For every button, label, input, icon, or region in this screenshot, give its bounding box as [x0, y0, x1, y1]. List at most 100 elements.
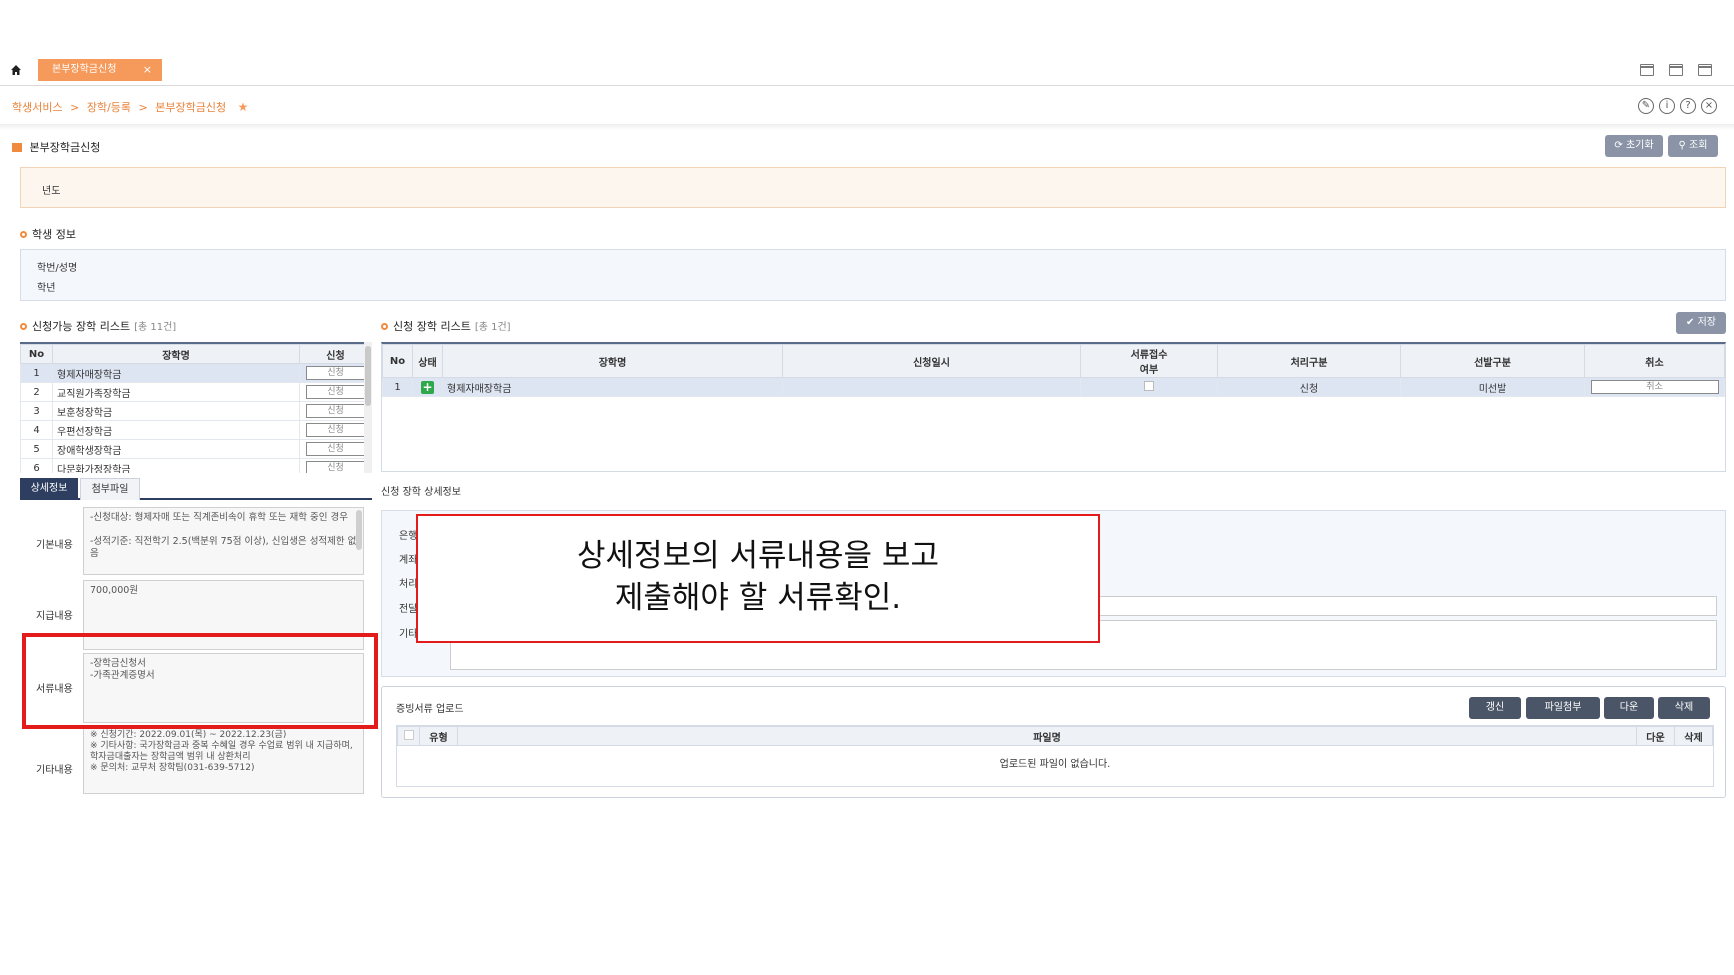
basic-content-scrollbar[interactable] — [356, 510, 362, 550]
other-content-box: ※ 신청기간: 2022.09.01(목) ~ 2022.12.23(금) ※ … — [83, 728, 364, 794]
apply-button[interactable]: 신청 — [305, 423, 366, 437]
download-button[interactable]: 다운 — [1604, 697, 1654, 719]
window-settings-icon[interactable] — [1669, 64, 1683, 76]
col-select-all — [397, 726, 420, 746]
applied-detail-title: 신청 장학 상세정보 — [381, 487, 461, 498]
col-scholarship-name: 장학명 — [442, 344, 783, 378]
applied-scholarship-table: No 상태 장학명 신청일시 서류접수 여부 처리구분 선발구분 취소 1 + … — [381, 342, 1726, 472]
scrollbar-thumb[interactable] — [365, 346, 371, 406]
row-no: 4 — [20, 420, 53, 440]
row-no: 1 — [382, 377, 413, 397]
row-scholarship-name: 장애학생장학금 — [52, 439, 300, 459]
col-cancel: 취소 — [1584, 344, 1725, 378]
edit-icon[interactable]: ✎ — [1638, 98, 1654, 114]
apply-button[interactable]: 신청 — [305, 442, 366, 456]
reset-button-label: 초기화 — [1625, 140, 1654, 151]
apply-button[interactable]: 신청 — [305, 461, 366, 473]
cancel-button[interactable]: 취소 — [1590, 380, 1719, 394]
account-label: 계좌 — [399, 555, 418, 566]
document-content-highlight — [22, 633, 378, 729]
tab-attachment[interactable]: 첨부파일 — [80, 478, 140, 500]
refresh-button[interactable]: 갱신 — [1469, 697, 1521, 719]
row-scholarship-name: 다문화가정장학금 — [52, 458, 300, 473]
breadcrumb-item[interactable]: 본부장학금신청 — [155, 101, 226, 114]
table-row[interactable]: 2 교직원가족장학금 신청 — [20, 382, 372, 402]
apply-button[interactable]: 신청 — [305, 385, 366, 399]
tab-bar: 본부장학금신청 × — [0, 56, 1734, 86]
refresh-icon: ⟳ — [1614, 140, 1623, 151]
document-received-checkbox[interactable] — [1144, 380, 1154, 391]
table-row[interactable]: 5 장애학생장학금 신청 — [20, 439, 372, 459]
col-file-name: 파일명 — [457, 726, 1637, 746]
row-no: 5 — [20, 439, 53, 459]
row-document-received — [1080, 377, 1218, 397]
home-icon[interactable] — [10, 64, 24, 78]
available-list-title-text: 신청가능 장학 리스트 — [32, 320, 131, 333]
delete-button[interactable]: 삭제 — [1658, 697, 1710, 719]
breadcrumb: 학생서비스 > 장학/등록 > 본부장학금신청 ★ — [12, 99, 252, 115]
select-all-checkbox[interactable] — [403, 729, 414, 740]
table-row[interactable]: 1 형제자매장학금 신청 — [20, 363, 372, 383]
search-icon: ⚲ — [1678, 140, 1686, 151]
basic-content-box: -신청대상: 형제자매 또는 직계존비속이 휴학 또는 재학 중인 경우 -성적… — [83, 507, 364, 575]
year-label: 년도 — [42, 186, 61, 197]
row-apply-date — [782, 377, 1081, 397]
col-process-type: 처리구분 — [1217, 344, 1401, 378]
instruction-callout: 상세정보의 서류내용을 보고 제출해야 할 서류확인. — [416, 514, 1100, 643]
row-scholarship-name: 교직원가족장학금 — [52, 382, 300, 402]
row-no: 6 — [20, 458, 53, 473]
reset-button[interactable]: ⟳ 초기화 — [1605, 135, 1663, 157]
page-title-text: 본부장학금신청 — [29, 141, 101, 154]
document-upload-panel: 증빙서류 업로드 갱신 파일첨부 다운 삭제 유형 파일명 다운 삭제 업로드된… — [381, 686, 1726, 798]
payment-content-label: 지급내용 — [36, 611, 73, 622]
section-bullet-icon — [20, 323, 27, 330]
available-scholarship-table: No 장학명 신청 1 형제자매장학금 신청 2 교직원가족장학금 신청 3 보… — [20, 342, 372, 473]
col-delete: 삭제 — [1674, 726, 1713, 746]
apply-button[interactable]: 신청 — [305, 404, 366, 418]
table-row[interactable]: 1 + 형제자매장학금 신청 미선발 취소 — [382, 377, 1725, 397]
breadcrumb-separator: > — [138, 101, 148, 114]
row-scholarship-name: 형제자매장학금 — [442, 377, 783, 397]
info-icon[interactable]: i — [1659, 98, 1675, 114]
available-list-count: [총 11건] — [134, 322, 177, 333]
col-no: No — [20, 344, 53, 364]
col-scholarship-name: 장학명 — [52, 344, 300, 364]
breadcrumb-item[interactable]: 학생서비스 — [12, 101, 63, 114]
detail-tab-bar: 상세정보 첨부파일 — [20, 478, 372, 500]
table-row[interactable]: 3 보훈청장학금 신청 — [20, 401, 372, 421]
callout-line-2: 제출해야 할 서류확인. — [614, 580, 902, 616]
available-list-scrollbar[interactable] — [364, 342, 372, 473]
apply-button[interactable]: 신청 — [305, 366, 366, 380]
close-icon[interactable]: × — [1701, 98, 1717, 114]
tab-close-icon[interactable]: × — [143, 59, 152, 81]
window-restore-icon[interactable] — [1640, 64, 1654, 76]
table-row[interactable]: 4 우편선장학금 신청 — [20, 420, 372, 440]
favorite-star-icon[interactable]: ★ — [238, 100, 249, 114]
attach-file-button[interactable]: 파일첨부 — [1526, 697, 1600, 719]
row-no: 1 — [20, 363, 53, 383]
save-button[interactable]: ✔ 저장 — [1676, 312, 1726, 334]
tab-scholarship-application[interactable]: 본부장학금신청 × — [38, 59, 162, 81]
student-id-name-label: 학번/성명 — [37, 263, 78, 274]
basic-content-label: 기본내용 — [36, 540, 73, 551]
section-bullet-icon — [381, 323, 388, 330]
col-apply: 신청 — [299, 344, 372, 364]
other-content-label: 기타내용 — [36, 765, 73, 776]
breadcrumb-item[interactable]: 장학/등록 — [87, 101, 131, 114]
row-scholarship-name: 형제자매장학금 — [52, 363, 300, 383]
student-info-title: 학생 정보 — [20, 226, 76, 242]
search-condition-box: 년도 — [20, 167, 1726, 208]
table-row[interactable]: 6 다문화가정장학금 신청 — [20, 458, 372, 473]
upload-file-table: 유형 파일명 다운 삭제 업로드된 파일이 없습니다. — [396, 725, 1714, 787]
search-button-label: 조회 — [1689, 140, 1708, 151]
window-popup-icon[interactable] — [1698, 64, 1712, 76]
tab-detail-info[interactable]: 상세정보 — [20, 478, 78, 500]
applied-list-count: [총 1건] — [474, 322, 511, 333]
col-apply-date: 신청일시 — [782, 344, 1081, 378]
help-icon[interactable]: ? — [1680, 98, 1696, 114]
add-icon[interactable]: + — [421, 380, 434, 394]
search-button[interactable]: ⚲ 조회 — [1668, 135, 1718, 157]
callout-line-1: 상세정보의 서류내용을 보고 — [577, 538, 939, 574]
empty-message: 업로드된 파일이 없습니다. — [999, 759, 1111, 771]
other-label: 기타 — [399, 629, 418, 640]
